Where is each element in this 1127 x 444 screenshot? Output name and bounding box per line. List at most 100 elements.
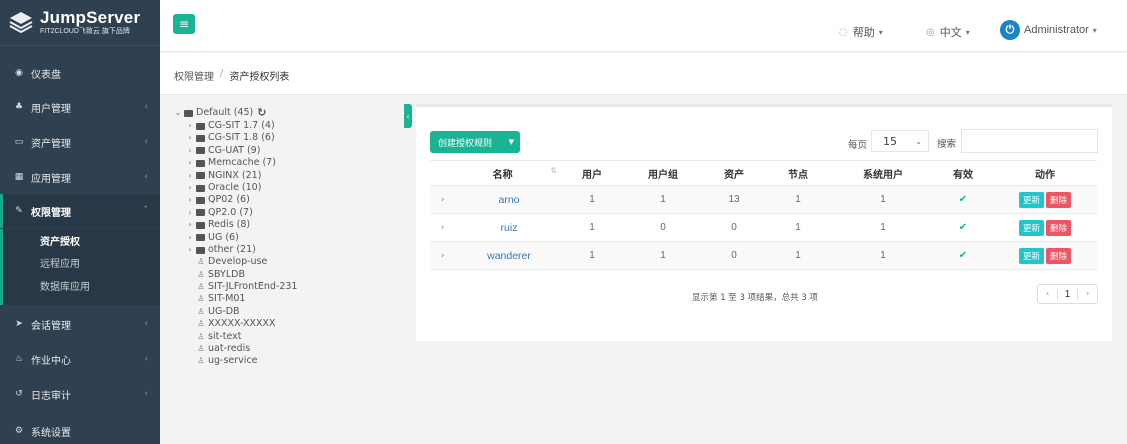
language-dropdown[interactable]: ◎ 中文 ▾ <box>926 24 970 40</box>
chevron-right-icon[interactable]: › <box>184 157 196 169</box>
sidebar-item-users[interactable]: ♣ 用户管理 ‹ <box>0 90 160 124</box>
folder-icon <box>196 159 205 167</box>
chevron-right-icon[interactable]: › <box>184 244 196 256</box>
chevron-right-icon[interactable]: › <box>184 219 196 231</box>
folder-icon <box>196 246 205 254</box>
folder-icon <box>196 147 205 155</box>
tree-folder-list: › CG-SIT 1.7 (4) › CG-SIT 1.8 (6) › CG-UAT (9… <box>172 120 402 256</box>
logo[interactable]: JumpServer FIT2CLOUD飞致云 旗下品牌 <box>0 0 160 46</box>
tree-node-label: UG (6) <box>208 231 239 243</box>
chevron-down-icon: ˇ <box>143 206 149 216</box>
sidebar-item-assets[interactable]: ▭ 资产管理 ‹ <box>0 125 160 159</box>
chevron-right-icon[interactable]: › <box>184 194 196 206</box>
sidebar-item-audits[interactable]: ↺ 日志审计 ‹ <box>0 377 160 411</box>
cell-name: wanderer <box>455 241 563 270</box>
folder-icon <box>196 135 205 143</box>
life-ring-icon: ◌ <box>839 26 848 38</box>
caret-down-icon[interactable]: ▼ <box>509 138 514 146</box>
permission-name-link[interactable]: wanderer <box>487 250 531 262</box>
column-header-name[interactable]: 名称 ⇅ <box>455 160 563 186</box>
sidebar-item-sessions[interactable]: ➤ 会话管理 ‹ <box>0 307 160 341</box>
pagination: ‹ 1 › <box>1037 284 1098 304</box>
tree-asset-node[interactable]: ♙ UG-DB <box>196 306 402 318</box>
tree-asset-node[interactable]: ♙ ug-service <box>196 355 402 367</box>
refresh-icon[interactable]: ↻ <box>257 106 266 120</box>
tree-asset-node[interactable]: ♙ XXXXX-XXXXX <box>196 318 402 330</box>
tree-folder-node[interactable]: › CG-UAT (9) <box>184 145 402 157</box>
sidebar-item-dashboard[interactable]: ◉ 仪表盘 <box>0 56 160 90</box>
chevron-right-icon[interactable]: › <box>184 170 196 182</box>
prev-page-button[interactable]: ‹ <box>1038 289 1057 299</box>
chevron-right-icon[interactable]: › <box>184 182 196 194</box>
sidebar-item-settings[interactable]: ⚙ 系统设置 <box>0 414 160 444</box>
expand-row-icon[interactable]: › <box>430 241 455 270</box>
cell-users: 1 <box>563 185 621 214</box>
tree-asset-node[interactable]: ♙ SIT-M01 <box>196 293 402 305</box>
tree-asset-node[interactable]: ♙ SIT-JLFrontEnd-231 <box>196 281 402 293</box>
tree-folder-node[interactable]: › UG (6) <box>184 232 402 244</box>
tree-folder-node[interactable]: › QP02 (6) <box>184 194 402 206</box>
chevron-down-icon[interactable]: ⌄ <box>172 106 184 120</box>
chevron-right-icon[interactable]: › <box>184 207 196 219</box>
username-label: Administrator <box>1024 24 1089 36</box>
search-input[interactable] <box>961 129 1098 153</box>
per-page-select[interactable]: 15 ⌄ <box>871 130 929 152</box>
cell-system-users: 1 <box>833 213 933 242</box>
gears-icon: ⚙ <box>14 426 24 436</box>
chevron-right-icon[interactable]: › <box>184 145 196 157</box>
tree-folder-node[interactable]: › Oracle (10) <box>184 182 402 194</box>
sidebar-subitem-remote-app[interactable]: 远程应用 <box>0 251 160 273</box>
breadcrumb-parent[interactable]: 权限管理 <box>174 68 214 83</box>
cell-users: 1 <box>563 241 621 270</box>
sidebar-item-applications[interactable]: ▦ 应用管理 ‹ <box>0 160 160 194</box>
users-icon: ♣ <box>14 102 24 112</box>
chevron-right-icon[interactable]: › <box>184 120 196 132</box>
chevron-right-icon[interactable]: › <box>184 132 196 144</box>
next-page-button[interactable]: › <box>1078 289 1097 299</box>
update-button[interactable]: 更新 <box>1018 219 1044 236</box>
permission-name-link[interactable]: arno <box>498 194 519 206</box>
sort-icon[interactable]: ⇅ <box>550 166 557 175</box>
tree-asset-node[interactable]: ♙ sit-text <box>196 331 402 343</box>
permission-name-link[interactable]: ruiz <box>501 222 518 234</box>
sidebar-item-jobs[interactable]: ♨ 作业中心 ‹ <box>0 342 160 376</box>
tree-asset-node[interactable]: ♙ SBYLDB <box>196 269 402 281</box>
sidebar-subitem-database-app[interactable]: 数据库应用 <box>0 273 160 305</box>
tree-root-node[interactable]: ⌄ Default (45) ↻ <box>172 106 402 120</box>
sidebar-subitem-label: 资产授权 <box>40 236 80 248</box>
tree-folder-node[interactable]: › QP2.0 (7) <box>184 207 402 219</box>
sidebar-item-label: 仪表盘 <box>31 69 61 81</box>
chevron-left-icon: ‹ <box>144 137 148 147</box>
update-button[interactable]: 更新 <box>1018 191 1044 208</box>
update-button[interactable]: 更新 <box>1018 247 1044 264</box>
tree-folder-node[interactable]: › Redis (8) <box>184 219 402 231</box>
cell-actions: 更新 删除 <box>993 213 1097 242</box>
tree-folder-node[interactable]: › NGINX (21) <box>184 170 402 182</box>
folder-icon <box>196 172 205 180</box>
menu-toggle-button[interactable]: ≡ <box>173 14 195 34</box>
create-permission-button[interactable]: 创建授权规则 ▼ <box>430 131 520 153</box>
expand-row-icon[interactable]: › <box>430 185 455 214</box>
tree-asset-node[interactable]: ♙ Develop-use <box>196 256 402 268</box>
tree-folder-node[interactable]: › CG-SIT 1.8 (6) <box>184 132 402 144</box>
tree-asset-node[interactable]: ♙ uat-redis <box>196 343 402 355</box>
tree-node-label: XXXXX-XXXXX <box>208 318 276 330</box>
delete-button[interactable]: 删除 <box>1046 219 1072 236</box>
help-dropdown[interactable]: ◌ 帮助 ▾ <box>839 24 883 40</box>
user-dropdown[interactable]: ⏻ Administrator ▾ <box>1000 20 1097 40</box>
tree-folder-node[interactable]: › other (21) <box>184 244 402 256</box>
delete-button[interactable]: 删除 <box>1046 191 1072 208</box>
expand-row-icon[interactable]: › <box>430 213 455 242</box>
chevron-left-icon: ‹ <box>144 354 148 364</box>
tree-folder-node[interactable]: › CG-SIT 1.7 (4) <box>184 120 402 132</box>
page-1-button[interactable]: 1 <box>1057 288 1078 300</box>
sidebar-item-permissions[interactable]: ✎ 权限管理 ˇ <box>0 194 160 228</box>
tree-folder-node[interactable]: › Memcache (7) <box>184 157 402 169</box>
column-header-system-users: 系统用户 <box>833 160 933 186</box>
delete-button[interactable]: 删除 <box>1046 247 1072 264</box>
tree-collapse-button[interactable]: ‹ <box>404 104 412 128</box>
chevron-right-icon[interactable]: › <box>184 232 196 244</box>
jumpserver-logo-icon <box>9 11 33 33</box>
sidebar-subitem-asset-permission[interactable]: 资产授权 <box>0 229 160 251</box>
linux-icon: ♙ <box>197 282 205 292</box>
